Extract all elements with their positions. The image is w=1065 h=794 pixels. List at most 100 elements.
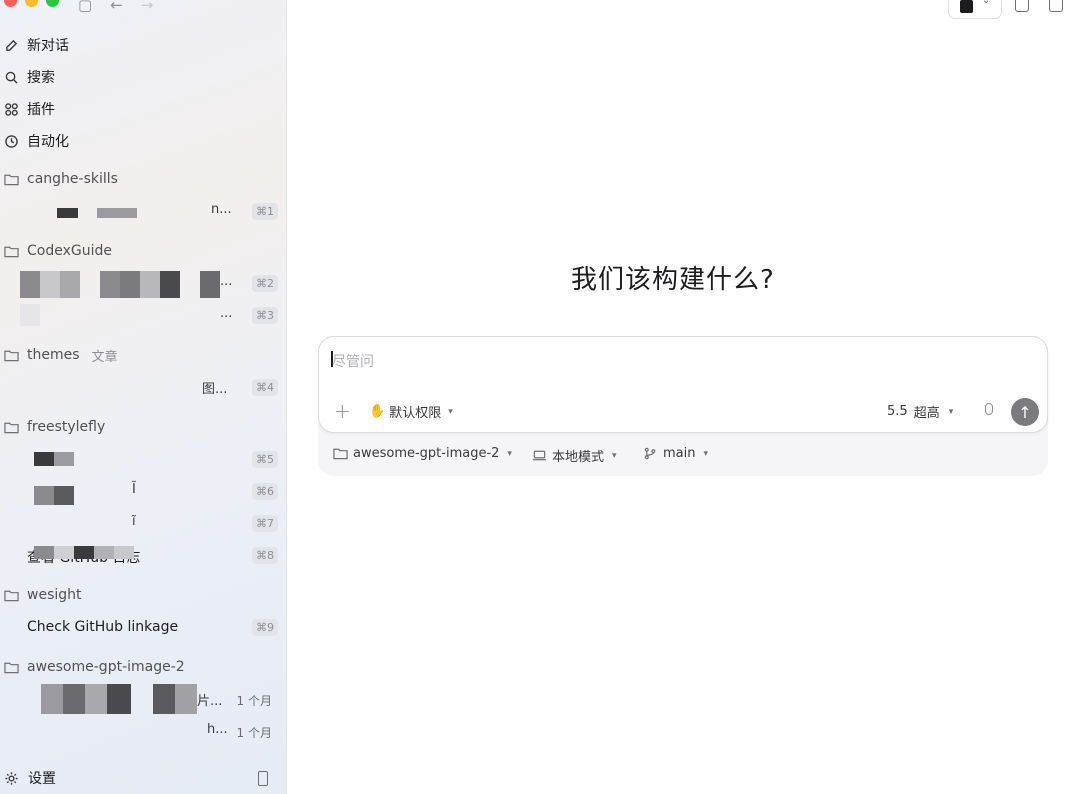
permission-label: 默认权限	[389, 406, 442, 421]
hand-icon: ✋	[369, 404, 386, 419]
project-tag: 文章	[91, 349, 118, 365]
open-in-app-selector[interactable]: ⌄	[948, 0, 1002, 19]
clock-icon	[0, 134, 27, 148]
nav-label: 搜索	[27, 70, 55, 86]
minimize-window-button[interactable]	[25, 0, 38, 7]
thread-shortcut: ⌘1	[252, 203, 278, 220]
terminal-icon	[960, 0, 973, 13]
thread-title: 片...	[197, 694, 223, 709]
thread-shortcut: ⌘7	[252, 515, 278, 532]
thread-title: 图...	[202, 382, 228, 397]
thread-item[interactable]: ĩ ⌘7	[0, 512, 287, 536]
thread-age: 1 个月	[236, 726, 272, 740]
sidebar-toggle-icon[interactable]: ▢	[78, 0, 92, 14]
thread-shortcut: ⌘3	[252, 307, 278, 324]
folder-icon	[0, 173, 27, 186]
thread-shortcut: ⌘8	[252, 547, 278, 564]
repo-selector[interactable]: awesome-gpt-image-2 ▾	[333, 446, 512, 461]
folder-icon	[0, 245, 27, 258]
thread-item[interactable]: ... ⌘2	[0, 271, 287, 298]
settings-button[interactable]: 设置	[4, 768, 56, 788]
thread-item[interactable]: ⌘5	[0, 448, 287, 472]
git-branch-icon	[644, 447, 656, 460]
nav-label: 自动化	[27, 134, 69, 150]
chevron-down-icon: ▾	[507, 448, 512, 459]
thread-title: h...	[207, 722, 228, 737]
edit-icon	[0, 39, 27, 52]
permission-selector[interactable]: ✋ 默认权限 ▾	[369, 402, 453, 421]
thread-item[interactable]: 图... ⌘4	[0, 376, 287, 400]
project-awesome-gpt-image-2[interactable]: awesome-gpt-image-2	[0, 656, 185, 678]
thread-item[interactable]: n... ⌘1	[0, 200, 287, 224]
send-button[interactable]: ↑	[1011, 398, 1039, 426]
project-themes[interactable]: themes 文章	[0, 344, 118, 366]
thread-item[interactable]: ... ⌘3	[0, 304, 287, 328]
thread-shortcut: ⌘6	[252, 483, 278, 500]
composer-input[interactable]: 尽管问	[332, 351, 374, 371]
thread-title: Ĩ	[132, 482, 136, 497]
right-panel-toggle-icon[interactable]	[1049, 0, 1063, 12]
back-arrow-icon[interactable]: ←	[110, 0, 123, 14]
thread-title: ...	[220, 306, 233, 321]
laptop-icon	[532, 450, 547, 461]
project-name: CodexGuide	[27, 243, 112, 259]
zoom-window-button[interactable]	[46, 0, 59, 7]
plugins-item[interactable]: 插件	[0, 97, 55, 121]
search-icon	[0, 71, 27, 84]
nav-label: 新对话	[27, 38, 69, 54]
model-label: 5.5	[887, 404, 908, 419]
project-name: awesome-gpt-image-2	[27, 659, 185, 675]
thread-item[interactable]: 查看 GitHub 日志 ⌘8	[0, 544, 287, 568]
project-canghe-skills[interactable]: canghe-skills	[0, 168, 118, 190]
project-codexguide[interactable]: CodexGuide	[0, 240, 112, 262]
thread-shortcut: ⌘9	[252, 619, 278, 636]
nav-label: 插件	[27, 102, 55, 118]
thread-item[interactable]: h... 1 个月	[0, 720, 287, 744]
folder-icon	[0, 589, 27, 602]
page-title: 我们该构建什么?	[571, 265, 775, 295]
titlebar-tools: ▢ ← →	[78, 0, 153, 14]
automation-item[interactable]: 自动化	[0, 129, 69, 153]
chevron-down-icon: ▾	[948, 406, 954, 417]
thread-item[interactable]: 片... 1 个月	[0, 684, 287, 714]
chevron-down-icon: ▾	[703, 448, 709, 459]
gear-icon	[5, 771, 18, 785]
chevron-down-icon: ▾	[448, 406, 453, 417]
folder-icon	[333, 448, 348, 460]
close-window-button[interactable]	[4, 0, 17, 7]
plugins-icon	[0, 102, 27, 116]
folder-icon	[0, 349, 27, 362]
project-wesight[interactable]: wesight	[0, 584, 82, 606]
project-name: wesight	[27, 587, 82, 603]
thread-shortcut: ⌘5	[252, 451, 278, 468]
folder-icon	[0, 421, 27, 434]
thread-title: ...	[220, 274, 233, 289]
branch-label: main	[663, 446, 696, 461]
add-attachment-icon[interactable]: +	[334, 399, 351, 423]
composer[interactable]: 尽管问 + ✋ 默认权限 ▾ 5.5 超高 ▾ ↑	[318, 336, 1048, 433]
thread-title: ĩ	[132, 514, 136, 529]
mode-selector[interactable]: 本地模式 ▾	[532, 446, 617, 465]
thread-item[interactable]: Check GitHub linkage ⌘9	[0, 616, 287, 640]
thread-age: 1 个月	[236, 694, 272, 708]
bottom-panel-toggle-icon[interactable]	[1015, 0, 1029, 12]
forward-arrow-icon[interactable]: →	[141, 0, 154, 14]
mode-label: 本地模式	[552, 450, 605, 465]
branch-selector[interactable]: main ▾	[643, 446, 708, 461]
search-item[interactable]: 搜索	[0, 65, 55, 89]
new-chat-item[interactable]: 新对话	[0, 33, 69, 57]
project-freestylefly[interactable]: freestylefly	[0, 416, 105, 438]
folder-icon	[0, 661, 27, 674]
phone-icon[interactable]	[258, 771, 268, 786]
chevron-down-icon: ⌄	[982, 0, 991, 6]
repo-label: awesome-gpt-image-2	[353, 446, 500, 461]
chevron-down-icon: ▾	[612, 450, 617, 461]
model-selector[interactable]: 5.5 超高 ▾	[887, 402, 953, 421]
arrow-up-icon: ↑	[1018, 402, 1032, 422]
project-name: themes	[27, 347, 80, 363]
sidebar: ▢ ← → 新对话 搜索 插件 自动化 canghe-skills n... ⌘…	[0, 0, 287, 794]
thread-item[interactable]: Ĩ ⌘6	[0, 480, 287, 505]
microphone-icon[interactable]	[985, 403, 993, 415]
thread-title: n...	[211, 202, 232, 217]
thread-title: Check GitHub linkage	[27, 619, 179, 635]
